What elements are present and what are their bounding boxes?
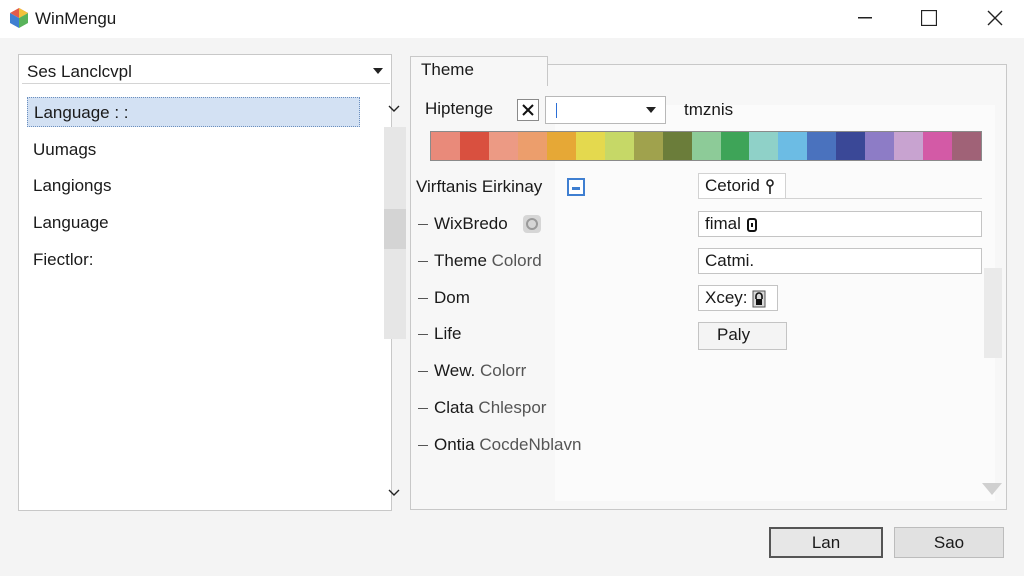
list-item-langiongs[interactable]: Langiongs [27,171,360,201]
list-item-uumags[interactable]: Uumags [27,135,360,165]
row-label-wew-colorr: Wew. Colorr [434,361,527,380]
language-select-value: Ses Lanclcvpl [27,62,132,81]
scroll-down-triangle-icon[interactable] [981,481,1003,497]
close-icon [987,10,1003,26]
row-dash [418,408,428,409]
language-list-panel: Ses Lanclcvpl Language : : Uumags Langio… [18,54,406,511]
color-swatch-16[interactable] [894,132,924,160]
lan-button[interactable]: Lan [769,527,883,558]
color-swatch-4[interactable] [546,132,576,160]
color-swatch-9[interactable] [691,132,721,160]
row-dash [418,334,428,335]
list-scrollbar[interactable] [382,91,408,509]
color-swatch-12[interactable] [778,132,808,160]
row-label-clata-chlespor: Clata Chlespor [434,398,547,417]
color-swatch-14[interactable] [836,132,866,160]
color-swatch-1[interactable] [459,132,489,160]
scrollbar-thumb[interactable] [384,209,406,249]
color-swatch-8[interactable] [662,132,692,160]
chevron-down-icon[interactable] [388,489,400,497]
hiptenge-label: Hiptenge [425,99,494,118]
row-label-dom: Dom [434,288,470,307]
paly-button[interactable]: Paly [698,322,787,350]
text-caret [556,103,557,118]
panel-scrollbar[interactable] [984,268,1002,358]
list-item-label: Fiectlor: [33,250,94,269]
tab-theme-label: Theme [421,60,474,79]
hiptenge-checkbox[interactable] [517,99,539,121]
color-swatch-5[interactable] [575,132,605,160]
list-item-language[interactable]: Language : : [27,97,360,127]
color-swatch-17[interactable] [923,132,953,160]
language-select[interactable]: Ses Lanclcvpl [22,58,390,84]
theme-combo[interactable] [545,96,666,124]
list-item-label: Language [33,213,109,232]
row-label-wixbredo: WixBredo [434,214,508,233]
sao-button[interactable]: Sao [894,527,1004,558]
circle-badge-icon [523,215,541,233]
minimize-button[interactable] [836,0,894,36]
pin-icon [765,178,774,194]
window-title: WinMengu [35,9,117,28]
row-label-virftanis: Virftanis Eirkinay [416,177,543,196]
close-button[interactable] [966,0,1024,36]
list-item-label: Langiongs [33,176,112,195]
color-palette[interactable] [430,131,982,161]
lock-icon [752,290,766,308]
row-dash [418,261,428,262]
color-swatch-10[interactable] [720,132,750,160]
tag-icon [746,217,757,232]
title-bar: WinMengu [0,0,1024,38]
color-swatch-3[interactable] [517,132,547,160]
row-dash [418,445,428,446]
row-label-theme-colord: Theme Colord [434,251,542,270]
row-dash [418,371,428,372]
color-swatch-15[interactable] [865,132,895,160]
color-swatch-2[interactable] [488,132,518,160]
color-swatch-13[interactable] [807,132,837,160]
color-swatch-11[interactable] [749,132,779,160]
info-box-icon[interactable] [567,178,585,196]
list-item-label: Uumags [33,140,97,159]
catmi-field[interactable]: Catmi. [698,248,982,274]
color-swatch-6[interactable] [604,132,634,160]
xcey-field[interactable]: Xcey: [698,285,778,311]
tmznis-label: tmznis [684,100,734,119]
language-list: Language : : Uumags Langiongs Language F… [19,91,363,511]
maximize-icon [921,10,937,26]
check-x-icon [522,104,534,116]
color-swatch-0[interactable] [431,132,460,160]
color-swatch-7[interactable] [633,132,663,160]
row-label-ontia: Ontia CocdeNblavn [434,435,582,454]
row-dash [418,224,428,225]
chevron-down-icon[interactable] [388,105,400,113]
dropdown-arrow-icon [646,107,656,113]
maximize-button[interactable] [900,0,958,36]
list-item-fiectlor[interactable]: Fiectlor: [27,245,360,275]
list-item-label: Language : : [34,103,129,122]
color-swatch-18[interactable] [952,132,982,160]
tab-theme[interactable]: Theme [410,56,548,86]
cetorid-field[interactable]: Cetorid [698,173,786,199]
field-underline [786,198,982,199]
row-dash [418,298,428,299]
dropdown-arrow-icon [373,68,383,74]
list-item-language-2[interactable]: Language [27,208,360,238]
row-label-life: Life [434,324,462,343]
fimal-field[interactable]: fimal [698,211,982,237]
app-cube-icon [10,8,28,28]
minimize-icon [858,17,872,19]
